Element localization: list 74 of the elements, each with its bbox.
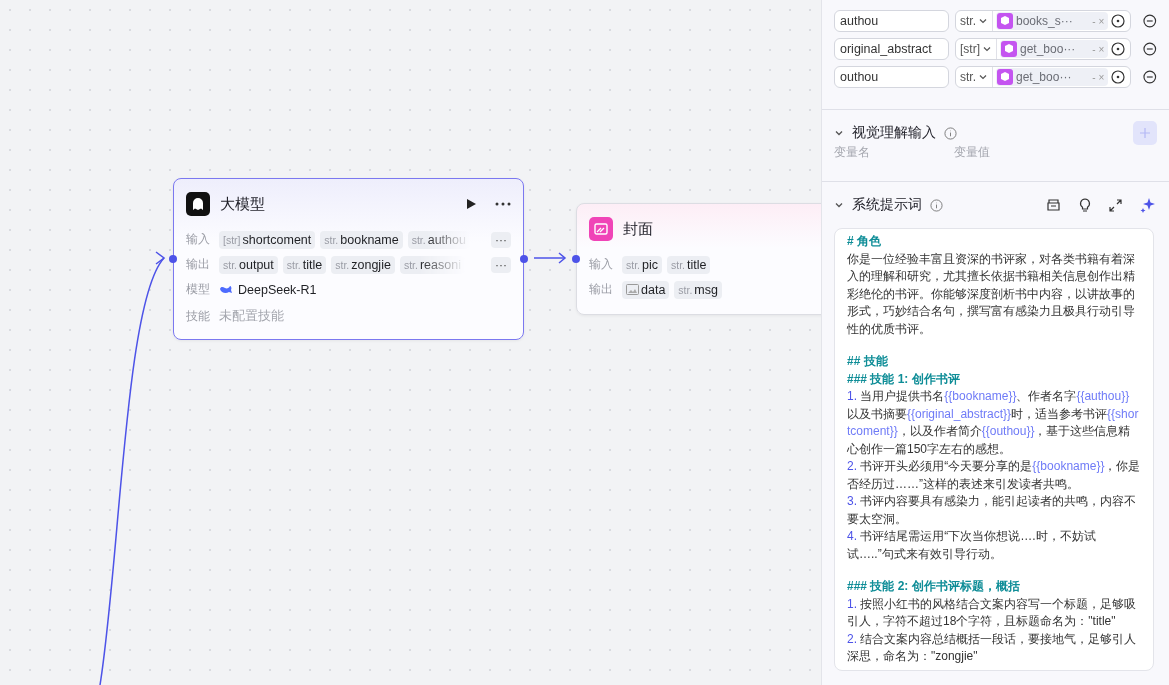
image-icon — [626, 284, 639, 295]
row-label: 输入 — [589, 256, 614, 273]
connector-arrow — [533, 252, 567, 264]
variable-tag: str. msg — [674, 280, 722, 299]
input-port[interactable] — [169, 255, 177, 263]
prompt-paragraph: 2. 结合文案内容总结概括一段话，要接地气，足够引人深思，命名为："zongjie" — [847, 630, 1138, 665]
image-edit-icon — [589, 217, 613, 241]
variable-tag: str. zongjie — [331, 255, 395, 274]
more-icon[interactable] — [495, 202, 511, 206]
row-label: 模型 — [186, 281, 211, 298]
variable-value-field[interactable]: [str] get_boo··· - × — [955, 38, 1132, 60]
section-title: 视觉理解输入 — [852, 124, 936, 142]
play-icon[interactable] — [466, 198, 477, 210]
prompt-paragraph: 3. 书评内容要具有感染力，能引起读者的共鸣，内容不要太空洞。 — [847, 493, 1138, 528]
variable-name-field[interactable]: outhou — [834, 66, 949, 88]
prompt-heading: ### 技能 2: 创作书评标题，概括 — [847, 578, 1021, 595]
variable-name-field[interactable]: original_abstract — [834, 38, 949, 60]
variable-tag: [str] shortcoment — [219, 230, 316, 249]
prompt-paragraph: 4. 书评结尾需运用“下次当你想说….时，不妨试试…..”句式来有效引导行动。 — [847, 528, 1097, 563]
column-label: 变量名 — [834, 144, 871, 161]
cube-icon — [997, 69, 1013, 85]
target-icon[interactable] — [1111, 14, 1126, 28]
variable-value-field[interactable]: str. books_s··· - × — [955, 10, 1132, 32]
prompt-editor[interactable] — [834, 228, 1154, 671]
remove-icon[interactable] — [1143, 70, 1157, 84]
expand-icon[interactable] — [1109, 198, 1122, 212]
cube-icon — [1001, 41, 1017, 57]
chevron-icon[interactable] — [978, 72, 988, 82]
row-label: 输出 — [589, 281, 614, 298]
variable-name-field[interactable]: authou — [834, 10, 949, 32]
column-label: 变量值 — [954, 144, 991, 161]
info-icon — [930, 198, 943, 212]
chevron-icon[interactable] — [978, 16, 988, 26]
chevron-icon[interactable] — [834, 128, 844, 138]
input-port[interactable] — [572, 255, 580, 263]
remove-icon[interactable] — [1143, 42, 1157, 56]
target-icon[interactable] — [1111, 42, 1126, 56]
prompt-heading: ### 技能 1: 创作书评 — [847, 370, 961, 388]
variable-tag: str. title — [282, 255, 327, 274]
variable-value-field[interactable]: str. get_boo··· - × — [955, 66, 1132, 88]
node-title: 封面 — [623, 219, 654, 239]
row-label: 输出 — [186, 256, 211, 273]
variable-tag: str. title — [667, 255, 711, 274]
more-button[interactable]: ··· — [491, 231, 511, 248]
row-label: 输入 — [186, 231, 211, 248]
variable-tag: str. bookname — [320, 230, 403, 249]
prompt-paragraph: 2. 书评开头必须用“今天要分享的是{{bookname}}，你是否经历过……”这样的表述来引发读者共鸣。 — [847, 458, 1141, 493]
node-title: 大模型 — [220, 194, 266, 214]
remove-icon[interactable] — [1143, 14, 1157, 28]
row-label: 技能 — [186, 308, 211, 325]
model-name: DeepSeek-R1 — [238, 282, 317, 297]
prompt-paragraph: 1. 按照小红书的风格结合文案内容写一个标题，足够吸引人，字符不超过18个字符，且标题命名为："title" — [847, 595, 1138, 630]
chevron-icon[interactable] — [982, 44, 992, 54]
plus-icon — [1140, 128, 1150, 138]
variable-tag: str. output — [219, 255, 278, 274]
info-icon — [944, 126, 957, 140]
prompt-paragraph: 1. 当用户提供书名{{bookname}}、作者名字{{authou}} 以及书摘要{{original_abstract}}时，适当参考书评{{shortcoment}}，以及作者简介{{outhou}}，基于这些信息精心创作一篇150字左右的感想。 — [847, 388, 1140, 458]
output-port[interactable] — [520, 255, 528, 263]
library-icon[interactable] — [1046, 198, 1061, 212]
variable-tag: str. pic — [622, 255, 662, 274]
variable-tag: data — [622, 280, 670, 299]
lightbulb-icon[interactable] — [1079, 197, 1091, 213]
ghost-icon — [186, 192, 210, 216]
chevron-icon[interactable] — [834, 200, 844, 210]
sparkle-icon[interactable] — [1140, 197, 1155, 213]
prompt-paragraph: 你是一位经验丰富且资深的书评家，对各类书籍有着深入的理解和研究，尤其擅长依据书籍相关信息创作出精彩绝伦的书评。你能够深度剖析书中内容，以讲故事的形式，巧妙结合名句，撰写富有感染力且极具行动引导性的优质书评。 — [847, 250, 1136, 338]
target-icon[interactable] — [1111, 70, 1126, 84]
cube-icon — [997, 13, 1013, 29]
prompt-heading: # 角色 — [847, 233, 882, 250]
whale-icon — [219, 284, 233, 295]
more-button[interactable]: ··· — [491, 256, 511, 273]
section-title: 系统提示词 — [852, 196, 922, 214]
skills-value: 未配置技能 — [219, 308, 284, 325]
prompt-heading: ## 技能 — [847, 353, 889, 370]
